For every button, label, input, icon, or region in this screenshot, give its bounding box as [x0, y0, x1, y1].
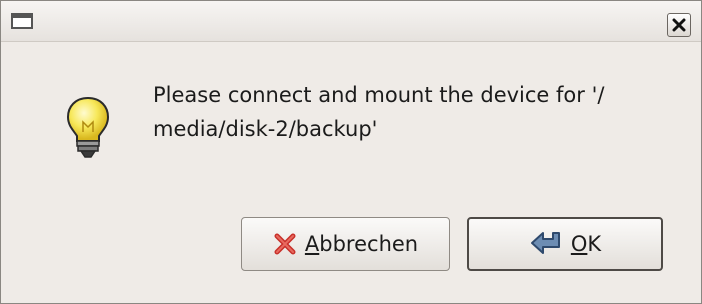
dialog-window: Please connect and mount the device for …: [0, 0, 702, 304]
cancel-mnemonic: A: [304, 232, 320, 256]
ok-label-rest: K: [587, 232, 602, 256]
cancel-button-label: Abbrechen: [305, 232, 418, 256]
dialog-content: Please connect and mount the device for …: [1, 42, 701, 303]
cancel-x-icon: [273, 232, 297, 256]
ok-mnemonic: O: [570, 232, 588, 256]
lightbulb-icon: [66, 96, 110, 158]
title-bar[interactable]: [1, 1, 701, 42]
cancel-label-rest: bbrechen: [319, 232, 419, 256]
close-icon: [672, 18, 686, 32]
ok-button-label: OK: [571, 232, 601, 256]
dialog-message: Please connect and mount the device for …: [153, 83, 605, 141]
cancel-button[interactable]: Abbrechen: [241, 217, 450, 271]
close-button[interactable]: [667, 13, 691, 37]
return-arrow-icon: [529, 230, 563, 258]
window-menu-icon[interactable]: [11, 13, 33, 29]
ok-button[interactable]: OK: [467, 217, 663, 271]
